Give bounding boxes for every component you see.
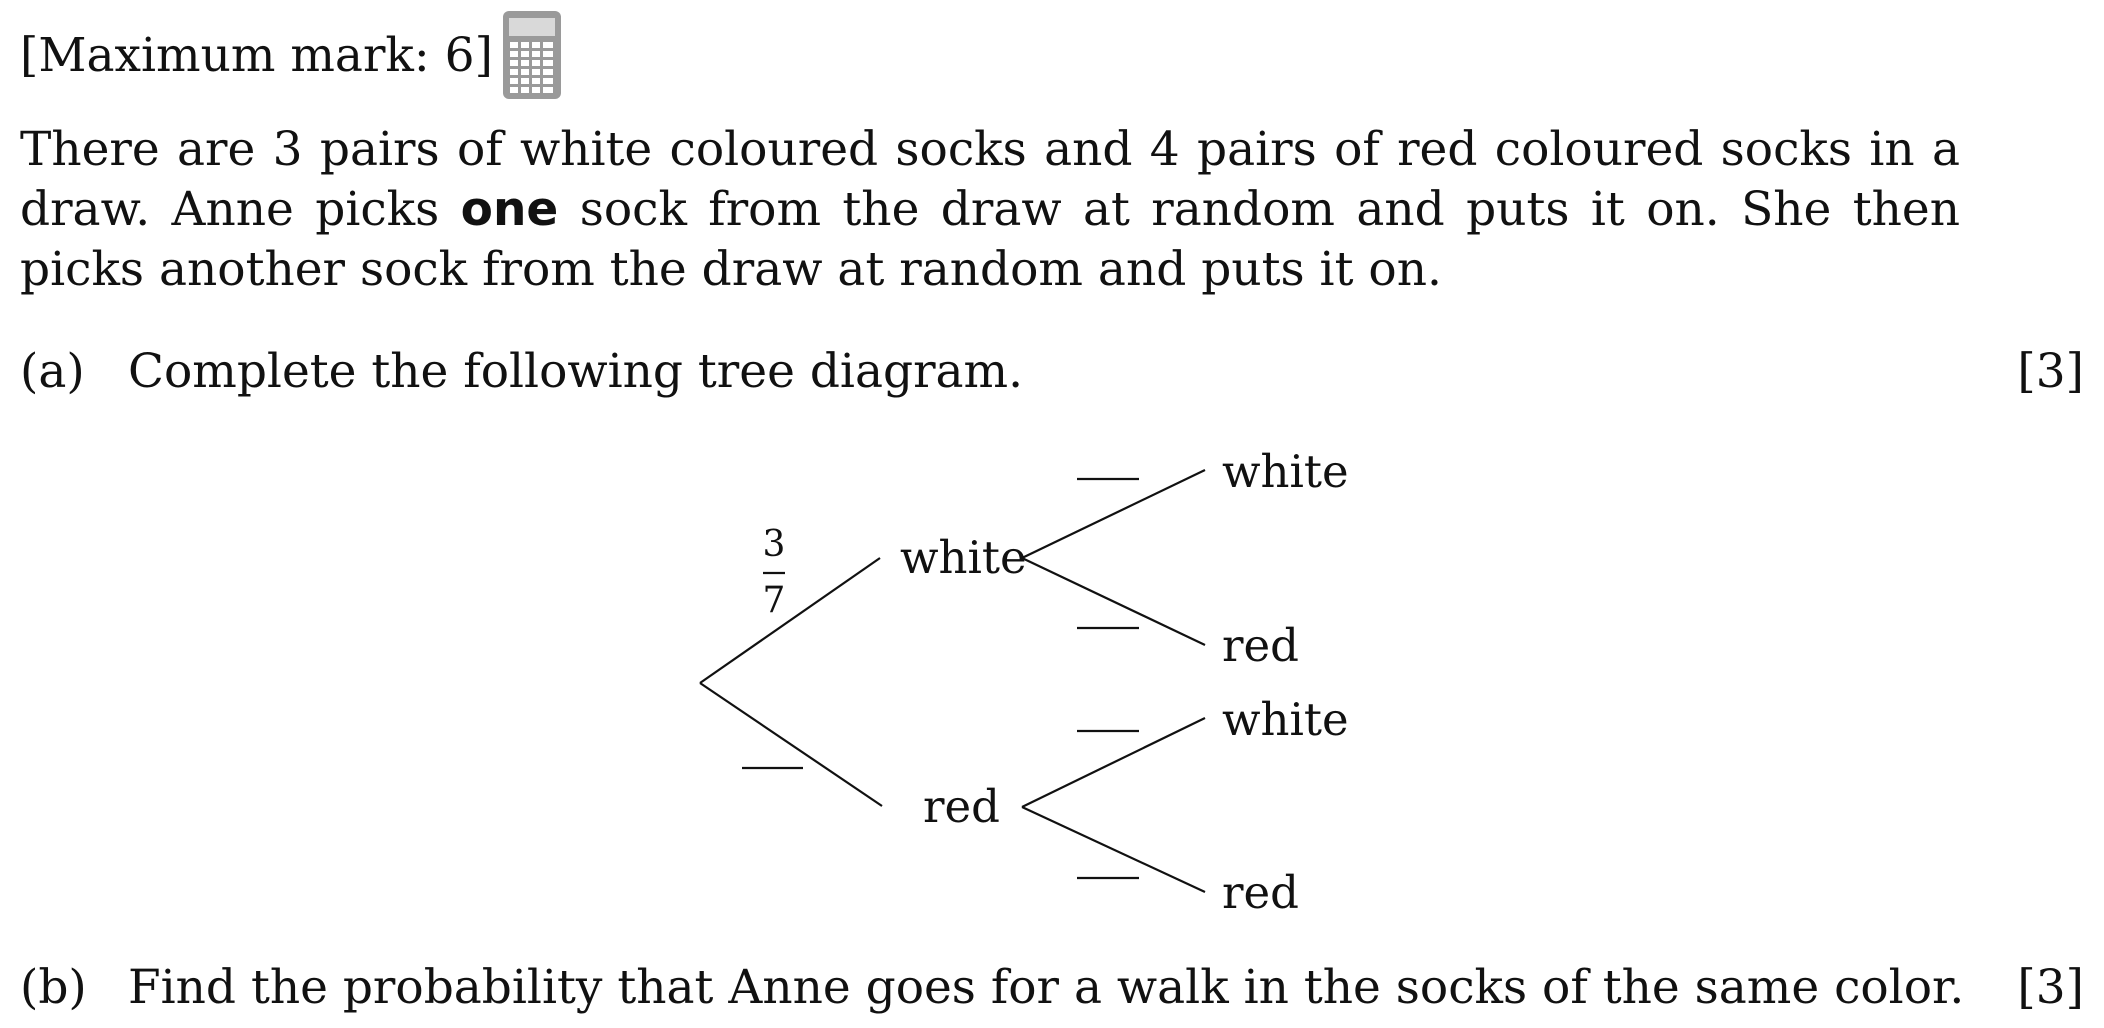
- node-white-white: white: [1222, 445, 1349, 498]
- fraction-numerator: 3: [763, 524, 786, 565]
- node-red-white: white: [1222, 693, 1349, 746]
- part-b-label: (b): [20, 960, 87, 1015]
- node-first-white: white: [900, 531, 1027, 584]
- branch-red-red: [1021, 806, 1206, 893]
- fraction-denominator: 7: [763, 580, 786, 621]
- branch-root-white: [699, 557, 881, 684]
- node-white-red: red: [1222, 619, 1299, 672]
- node-first-red: red: [923, 780, 1000, 833]
- branch-white-white: [1021, 469, 1206, 559]
- branch-white-red: [1021, 557, 1206, 646]
- part-b-text: Find the probability that Anne goes for …: [128, 960, 1965, 1015]
- tree-diagram: 3 7 white red white red white red: [699, 445, 1349, 919]
- node-red-red: red: [1222, 866, 1299, 919]
- part-b-marks: [3]: [2017, 960, 2084, 1015]
- branch-root-red: [699, 682, 883, 807]
